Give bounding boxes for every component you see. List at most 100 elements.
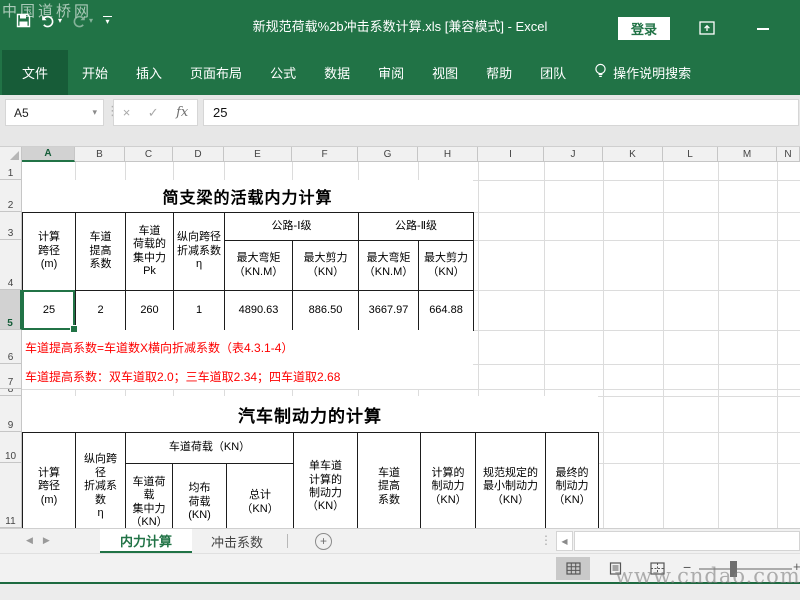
- name-box[interactable]: A5 ▾: [5, 99, 104, 126]
- column-header-F[interactable]: F: [292, 147, 358, 162]
- t2-header-calc-brake[interactable]: 计算的 制动力 （KN）: [420, 432, 477, 528]
- t1-header-mmax2[interactable]: 最大弯矩 （KN.M）: [358, 240, 420, 291]
- sheet-tab-chongjixishu[interactable]: 冲击系数: [195, 529, 279, 553]
- qat-customize-icon[interactable]: ▾: [102, 15, 113, 26]
- tab-file[interactable]: 文件: [2, 50, 69, 95]
- tab-page-layout[interactable]: 页面布局: [176, 50, 256, 95]
- add-sheet-button[interactable]: +: [315, 533, 332, 550]
- sheet-tab-neilijisuan[interactable]: 内力计算: [100, 529, 192, 553]
- row-header-7[interactable]: 7: [0, 364, 22, 389]
- sheet-grid: ABCDEFGHIJKLMN 1 2 3 4 5 6 7 8 9 10 11 简支梁的活载内力计算 …: [0, 147, 800, 528]
- column-header-K[interactable]: K: [603, 147, 663, 162]
- sheet-tab-bar: ◀▶ 内力计算 冲击系数 + ⋮ ◀: [0, 528, 800, 553]
- hscroll-left-icon[interactable]: ◀: [556, 531, 573, 551]
- cell-C5[interactable]: 260: [125, 290, 174, 331]
- fill-handle[interactable]: [70, 325, 78, 333]
- t2-header-lane-load[interactable]: 车道荷载（KN）: [124, 432, 295, 464]
- cell-G5[interactable]: 3667.97: [358, 290, 420, 331]
- column-header-E[interactable]: E: [224, 147, 292, 162]
- active-cell-selection[interactable]: [22, 290, 75, 330]
- t1-header-eta[interactable]: 纵向跨径 折减系数 η: [173, 212, 225, 291]
- minimize-icon[interactable]: [757, 28, 769, 30]
- tab-insert[interactable]: 插入: [122, 50, 176, 95]
- column-header-A[interactable]: A: [22, 147, 75, 162]
- row-header-3[interactable]: 3: [0, 212, 22, 240]
- t2-header-final-brake[interactable]: 最终的 制动力 （KN）: [545, 432, 600, 528]
- tab-help[interactable]: 帮助: [472, 50, 526, 95]
- t2-header-min-brake[interactable]: 规范规定的 最小制动力 （KN）: [475, 432, 547, 528]
- column-header-B[interactable]: B: [75, 147, 125, 162]
- table2-title-cell[interactable]: 汽车制动力的计算: [22, 396, 598, 432]
- t2-header-lane-factor[interactable]: 车道 提高 系数: [357, 432, 422, 528]
- lightbulb-icon: [594, 63, 607, 82]
- view-normal-button[interactable]: [556, 557, 590, 580]
- tab-data[interactable]: 数据: [310, 50, 364, 95]
- t2-header-total[interactable]: 总计 （KN）: [225, 463, 295, 528]
- gridline: [22, 389, 800, 390]
- t2-header-span[interactable]: 计算 跨径 (m): [22, 432, 76, 528]
- column-header-L[interactable]: L: [663, 147, 718, 162]
- cell-H5[interactable]: 664.88: [418, 290, 475, 331]
- t2-header-single-brake[interactable]: 单车道 计算的 制动力 （KN）: [293, 432, 359, 528]
- column-header-M[interactable]: M: [718, 147, 777, 162]
- enter-icon[interactable]: ✓: [148, 105, 159, 121]
- gridline: [663, 162, 664, 528]
- row-header-2[interactable]: 2: [0, 180, 22, 212]
- select-all-corner[interactable]: [0, 147, 22, 162]
- t1-header-lane-factor[interactable]: 车道 提高 系数: [75, 212, 126, 291]
- t1-header-span[interactable]: 计算 跨径 (m): [22, 212, 76, 291]
- t1-header-highway2[interactable]: 公路-Ⅱ级: [358, 212, 475, 241]
- tab-review[interactable]: 审阅: [364, 50, 418, 95]
- t1-header-highway1[interactable]: 公路-Ⅰ级: [223, 212, 360, 241]
- tell-me-search[interactable]: 操作说明搜索: [594, 50, 691, 95]
- cell-D5[interactable]: 1: [173, 290, 225, 331]
- formula-input[interactable]: 25: [203, 99, 799, 126]
- cell-E5[interactable]: 4890.63: [224, 290, 293, 331]
- t2-header-eta[interactable]: 纵向跨 径 折减系 数 η: [75, 432, 126, 528]
- note-row-6[interactable]: 车道提高系数=车道数X横向折减系数（表4.3.1-4）: [22, 330, 473, 364]
- hscroll-resize-handle[interactable]: ⋮: [540, 533, 552, 547]
- sheet-tab-divider: [287, 534, 288, 548]
- sheet-nav-right-icon[interactable]: ▶: [43, 535, 60, 545]
- insert-function-icon[interactable]: fx: [176, 105, 188, 120]
- t1-header-vmax1[interactable]: 最大剪力 （KN）: [291, 240, 360, 291]
- cancel-icon[interactable]: ×: [123, 105, 131, 120]
- row-header-5[interactable]: 5: [0, 290, 22, 330]
- t1-header-vmax2[interactable]: 最大剪力 （KN）: [418, 240, 475, 291]
- tab-formulas[interactable]: 公式: [256, 50, 310, 95]
- column-header-N[interactable]: N: [777, 147, 800, 162]
- column-header-C[interactable]: C: [125, 147, 173, 162]
- ribbon-display-options-icon[interactable]: [699, 21, 715, 40]
- cell-B5[interactable]: 2: [75, 290, 126, 331]
- name-box-caret-icon[interactable]: ▾: [92, 107, 97, 118]
- title-bar: ▾ ▾ ▾ 新规范荷载%2b冲击系数计算.xls [兼容模式] - Excel …: [0, 0, 800, 50]
- tab-view[interactable]: 视图: [418, 50, 472, 95]
- row-header-9[interactable]: 9: [0, 396, 22, 432]
- sheet-nav-left-icon[interactable]: ◀: [26, 535, 43, 545]
- row-header-4[interactable]: 4: [0, 240, 22, 290]
- note-row-7[interactable]: 车道提高系数：双车道取2.0；三车道取2.34；四车道取2.68: [22, 364, 473, 389]
- row-header-8[interactable]: 8: [0, 389, 22, 396]
- name-box-value: A5: [14, 105, 29, 120]
- t2-header-q[interactable]: 均布 荷载 (KN): [172, 463, 227, 528]
- tab-team[interactable]: 团队: [526, 50, 580, 95]
- column-header-H[interactable]: H: [418, 147, 478, 162]
- column-header-I[interactable]: I: [478, 147, 544, 162]
- formula-bar: A5 ▾ ⋮ × ✓ fx 25: [0, 95, 800, 147]
- row-header-10[interactable]: 10: [0, 432, 22, 463]
- row-header-6[interactable]: 6: [0, 330, 22, 364]
- column-header-J[interactable]: J: [544, 147, 603, 162]
- t1-header-pk[interactable]: 车道 荷载的 集中力 Pk: [125, 212, 174, 291]
- row-header-11[interactable]: 11: [0, 463, 22, 528]
- row-header-1[interactable]: 1: [0, 162, 22, 180]
- cell-F5[interactable]: 886.50: [291, 290, 360, 331]
- tab-home[interactable]: 开始: [68, 50, 122, 95]
- column-header-G[interactable]: G: [358, 147, 418, 162]
- login-button[interactable]: 登录: [618, 17, 670, 40]
- watermark-bottom: www.cndao.com: [615, 564, 800, 588]
- t1-header-mmax1[interactable]: 最大弯矩 （KN.M）: [224, 240, 293, 291]
- t2-header-pk[interactable]: 车道荷 载 集中力 （KN）: [125, 463, 173, 528]
- column-header-D[interactable]: D: [173, 147, 224, 162]
- hscroll-track[interactable]: [574, 531, 800, 551]
- table1-title-cell[interactable]: 简支梁的活载内力计算: [22, 180, 473, 212]
